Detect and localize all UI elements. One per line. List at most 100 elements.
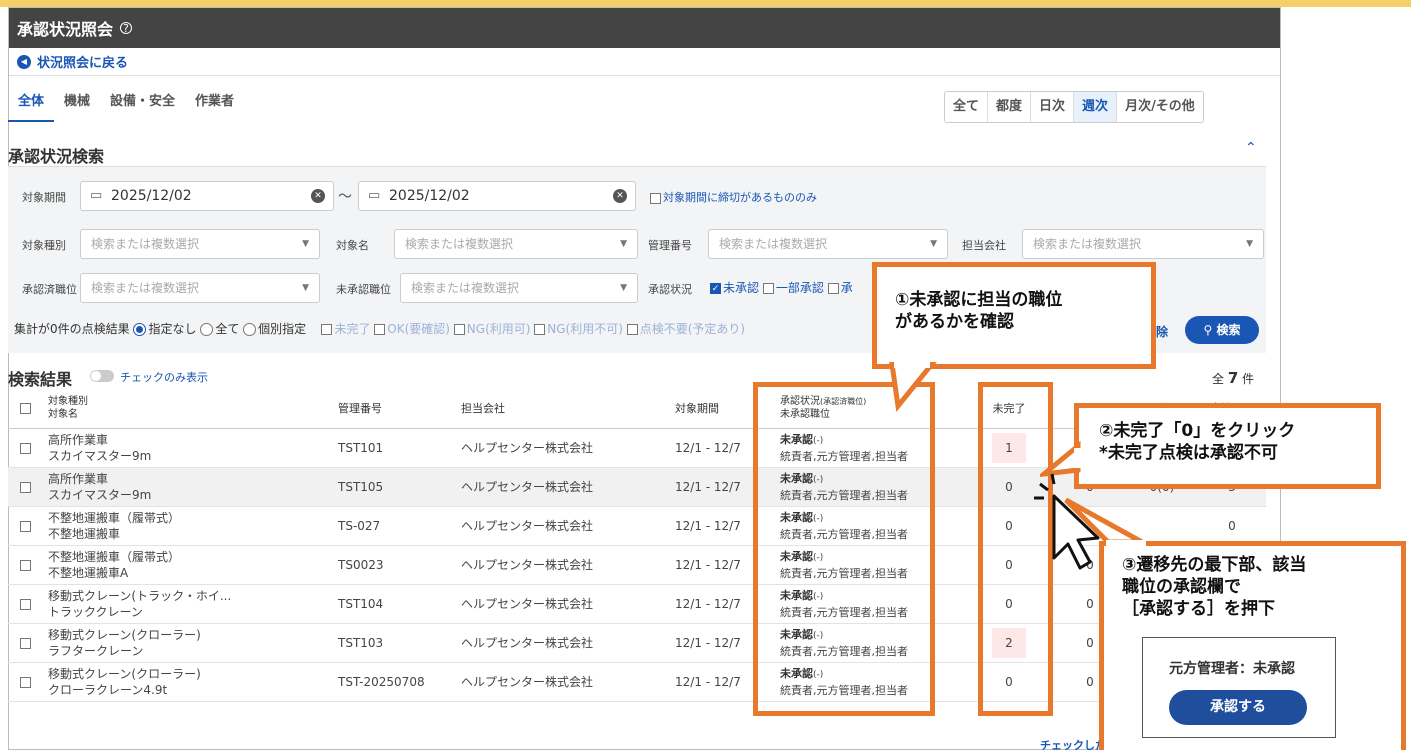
period-label: 対象期間 [22,191,66,204]
status-partial-checkbox[interactable] [762,283,774,294]
table-row[interactable]: 移動式クレーン(トラック・ホイ... トラッククレーン TST104 ヘルプセンター株… [8,584,1266,624]
approve-button[interactable]: 承認する [1169,690,1307,725]
company-select[interactable]: 検索または複数選択 ▼ [1022,229,1264,259]
period-monthly-button[interactable]: 月次/その他 [1117,92,1203,122]
callout-step1-line2: があるかを確認 [895,312,1014,332]
row-type: 移動式クレーン(クローラー) [48,627,201,642]
type-select[interactable]: 検索または複数選択 ▼ [80,229,320,259]
dropdown-arrow-icon: ▼ [930,239,937,249]
row-checkbox[interactable] [20,676,31,688]
zero-result-label: 集計が0件の点検結果 [14,322,130,336]
unapproved-position-select[interactable]: 検索または複数選択 ▼ [400,273,638,303]
checked-action-link[interactable]: チェックした [1040,737,1106,753]
name-select[interactable]: 検索または複数選択 ▼ [394,229,638,259]
callout-step2-line1: ②未完了「0」をクリック [1099,421,1296,441]
deadline-only-checkbox[interactable]: 対象期間に締切があるもののみ [650,189,817,205]
callout-step2: ②未完了「0」をクリック *未完了点検は承認不可 [1074,403,1381,489]
period-all-button[interactable]: 全て [945,92,989,122]
tab-worker[interactable]: 作業者 [185,92,244,122]
radio-individual[interactable] [243,323,257,336]
opt-no-inspection-checkbox[interactable] [626,324,638,335]
opt-ok-checkbox[interactable] [374,324,386,335]
unapproved-position-label: 未承認職位 [336,283,391,296]
mgmt-placeholder: 検索または複数選択 [719,237,828,251]
opt-pending-checkbox[interactable] [321,324,333,335]
result-count: 全 7 件 [1212,369,1254,387]
date-from-field[interactable]: ▭ 2025/12/02 ✕ [80,181,334,211]
help-icon[interactable]: ? [120,22,133,35]
period-daily-button[interactable]: 日次 [1031,92,1075,122]
select-all-checkbox[interactable] [20,402,31,414]
approved-position-select[interactable]: 検索または複数選択 ▼ [80,273,320,303]
status-approved-checkbox[interactable] [827,283,839,294]
radio-all[interactable] [200,323,214,336]
approved-position-placeholder: 検索または複数選択 [91,281,200,295]
category-tabs: 全体 機械 設備・安全 作業者 [8,92,244,122]
tab-equipment-safety[interactable]: 設備・安全 [100,92,185,122]
row-no-inspection-count: 0 [1198,506,1266,546]
table-row[interactable]: 移動式クレーン(クローラー) クローラクレーン4.9t TST-20250708 ヘル… [8,662,1266,702]
search-button[interactable]: ⚲ 検索 [1185,316,1259,344]
status-checkboxes: ✓ 未承認 一部承認 承 [710,279,853,296]
top-accent-strip [0,0,1411,7]
period-weekly-button[interactable]: 週次 [1074,92,1118,122]
company-placeholder: 検索または複数選択 [1033,237,1142,251]
status-approved-label: 承 [840,281,853,295]
clear-date-to-icon[interactable]: ✕ [613,189,627,203]
page-title: 承認状況照会 [17,20,114,39]
mouse-cursor-icon [1034,473,1100,570]
row-mgmt: TST103 [338,623,461,663]
status-unapproved-checkbox[interactable]: ✓ [710,283,721,294]
radio-none[interactable] [133,323,147,336]
callout-step3-line1: ③遷移先の最下部、該当 [1122,555,1307,575]
row-mgmt: TS-027 [338,506,461,546]
radio-none-label: 指定なし [148,322,197,336]
name-label: 対象名 [336,239,369,252]
dropdown-arrow-icon: ▼ [302,283,309,293]
row-checkbox[interactable] [20,637,31,649]
row-mgmt: TS0023 [338,545,461,585]
results-title: 検索結果 [8,370,73,389]
row-type: 高所作業車 [48,471,109,486]
dropdown-arrow-icon: ▼ [620,283,627,293]
row-name: スカイマスター9m [48,487,152,502]
period-each-button[interactable]: 都度 [988,92,1032,122]
table-row[interactable]: 移動式クレーン(クローラー) ラフタークレーン TST103 ヘルプセンター株式会社 1… [8,623,1266,663]
check-only-toggle[interactable] [90,370,114,382]
dropdown-arrow-icon: ▼ [302,239,309,249]
row-company: ヘルプセンター株式会社 [461,584,675,624]
row-company: ヘルプセンター株式会社 [461,506,675,546]
search-section-title: 承認状況検索 [8,147,105,166]
unapproved-position-placeholder: 検索または複数選択 [411,281,520,295]
header-type: 対象種別 [48,395,88,407]
row-checkbox[interactable] [20,559,31,571]
approved-position-label: 承認済職位 [22,283,77,296]
row-type: 不整地運搬車（履帯式） [48,510,181,525]
calendar-icon: ▭ [90,188,103,203]
callout-step1-line1: ①未承認に担当の職位 [895,290,1063,310]
row-company: ヘルプセンター株式会社 [461,662,675,702]
row-name: スカイマスター9m [48,448,152,463]
row-checkbox[interactable] [20,442,31,454]
row-type: 移動式クレーン(トラック・ホイ... [48,588,232,603]
row-name: トラッククレーン [48,604,143,619]
callout-step2-line2: *未完了点検は承認不可 [1099,443,1278,463]
callout-step3-line3: ［承認する］を押下 [1122,599,1275,619]
mgmt-select[interactable]: 検索または複数選択 ▼ [708,229,948,259]
header-company: 担当会社 [461,388,675,429]
period-toggle: 全て 都度 日次 週次 月次/その他 [944,91,1204,123]
row-checkbox[interactable] [20,520,31,532]
tab-machine[interactable]: 機械 [54,92,100,122]
row-checkbox[interactable] [20,481,31,493]
row-checkbox[interactable] [20,598,31,610]
opt-ng-usable-checkbox[interactable] [453,324,465,335]
clear-date-from-icon[interactable]: ✕ [311,189,325,203]
magnifier-icon: ⚲ [1203,323,1217,337]
callout-step3-line2: 職位の承認欄で [1122,577,1241,597]
opt-ng-unusable-checkbox[interactable] [534,324,546,335]
status-unapproved-label: 未承認 [723,281,760,295]
tab-all[interactable]: 全体 [8,92,55,122]
collapse-chevron-icon[interactable]: ⌃ [1245,140,1257,156]
date-to-field[interactable]: ▭ 2025/12/02 ✕ [358,181,636,211]
back-link[interactable]: ◀ 状況照会に戻る [9,48,1280,76]
